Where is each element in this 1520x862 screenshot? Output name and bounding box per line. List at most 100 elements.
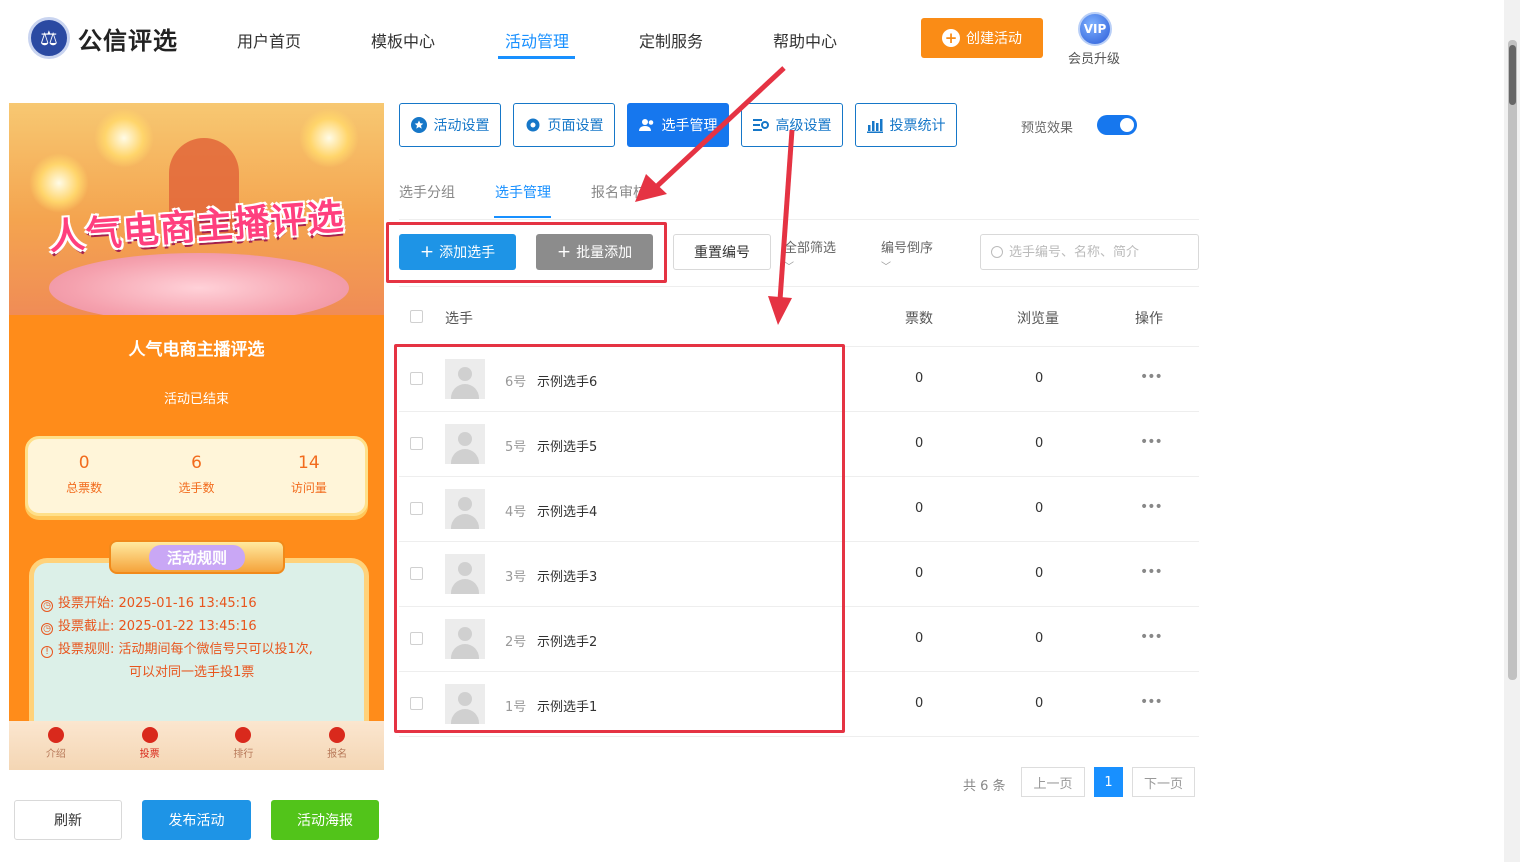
nav-active-indicator [498, 56, 575, 59]
player-number: 2号 [505, 635, 527, 650]
more-actions-icon[interactable]: ••• [1140, 694, 1163, 710]
table-row: 1号 示例选手1 0 0 ••• [399, 672, 1199, 737]
arrow-head-2 [768, 296, 792, 325]
player-avatar [445, 619, 485, 659]
row-checkbox[interactable] [410, 502, 423, 515]
player-number: 5号 [505, 440, 527, 455]
preview-tab-vote[interactable]: 投票 [103, 721, 197, 770]
vote-statistics-button[interactable]: 投票统计 [855, 103, 957, 147]
player-views: 0 [1035, 501, 1044, 516]
nav-help[interactable]: 帮助中心 [773, 28, 837, 52]
row-checkbox[interactable] [410, 437, 423, 450]
row-checkbox[interactable] [410, 632, 423, 645]
create-activity-label: 创建活动 [966, 31, 1022, 47]
more-actions-icon[interactable]: ••• [1140, 629, 1163, 645]
nav-templates[interactable]: 模板中心 [371, 28, 435, 52]
preview-title: 人气电商主播评选 [128, 340, 265, 360]
scrollbar-thumb[interactable] [1509, 45, 1516, 105]
subtab-player-groups[interactable]: 选手分组 [399, 182, 455, 202]
star-badge-icon [410, 117, 427, 133]
player-number: 3号 [505, 570, 527, 585]
stat-player-count: 6 选手数 [178, 453, 215, 495]
pagination-total: 共 6 条 [963, 779, 1006, 794]
more-actions-icon[interactable]: ••• [1140, 564, 1163, 580]
plus-circle-icon: + [942, 29, 960, 47]
create-activity-button[interactable]: + 创建活动 [921, 18, 1043, 58]
player-name: 示例选手2 [537, 635, 598, 650]
add-player-button[interactable]: + 添加选手 [399, 234, 516, 270]
sort-order-dropdown[interactable]: 编号倒序 ﹀ [881, 237, 933, 273]
nav-activity-management[interactable]: 活动管理 [505, 28, 569, 52]
player-number: 6号 [505, 375, 527, 390]
more-actions-icon[interactable]: ••• [1140, 369, 1163, 385]
plus-icon: + [419, 242, 435, 262]
preview-tab-intro[interactable]: 介绍 [9, 721, 103, 770]
row-checkbox[interactable] [410, 567, 423, 580]
player-search-box[interactable] [980, 234, 1199, 270]
page-number-1[interactable]: 1 [1094, 767, 1123, 797]
vip-upgrade-link[interactable]: 会员升级 [1068, 48, 1120, 67]
nav-home[interactable]: 用户首页 [237, 28, 301, 52]
subtab-player-management[interactable]: 选手管理 [495, 182, 551, 202]
player-name: 示例选手1 [537, 700, 598, 715]
player-name: 示例选手5 [537, 440, 598, 455]
next-page-button[interactable]: 下一页 [1132, 767, 1195, 797]
player-search-input[interactable] [1009, 244, 1189, 260]
refresh-button[interactable]: 刷新 [14, 800, 122, 840]
preview-toggle-label: 预览效果 [1021, 121, 1074, 136]
vip-icon[interactable]: VIP [1078, 12, 1112, 46]
player-avatar [445, 554, 485, 594]
player-views: 0 [1035, 371, 1044, 386]
player-avatar [445, 424, 485, 464]
prev-page-button[interactable]: 上一页 [1021, 767, 1085, 797]
stats-card: 0 总票数 6 选手数 14 访问量 [25, 436, 368, 516]
rule-voting-rule-cont: 可以对同一选手投1票 [129, 665, 255, 680]
row-checkbox[interactable] [410, 372, 423, 385]
plus-icon: + [556, 242, 572, 262]
publish-activity-button[interactable]: 发布活动 [142, 800, 251, 840]
info-icon: ! [41, 646, 53, 658]
arrow-line-1 [653, 66, 786, 190]
more-actions-icon[interactable]: ••• [1140, 434, 1163, 450]
brand-name: 公信评选 [78, 26, 178, 55]
clock-icon: ◷ [41, 623, 53, 635]
player-number: 1号 [505, 700, 527, 715]
player-views: 0 [1035, 566, 1044, 581]
player-name: 示例选手3 [537, 570, 598, 585]
col-views: 浏览量 [1017, 311, 1059, 327]
stat-total-votes: 0 总票数 [66, 453, 103, 495]
activity-settings-button[interactable]: 活动设置 [399, 103, 501, 147]
player-avatar [445, 489, 485, 529]
subtab-active-indicator [494, 216, 551, 218]
player-name: 示例选手6 [537, 375, 598, 390]
row-checkbox[interactable] [410, 697, 423, 710]
col-operations: 操作 [1135, 311, 1163, 327]
rules-heading: 活动规则 [109, 540, 285, 574]
preview-tab-signup[interactable]: 报名 [290, 721, 384, 770]
activity-status: 活动已结束 [163, 392, 229, 407]
vote-icon [141, 727, 158, 743]
preview-tab-rank[interactable]: 排行 [197, 721, 291, 770]
signup-icon [329, 727, 346, 743]
activity-poster-button[interactable]: 活动海报 [271, 800, 379, 840]
preview-toggle[interactable] [1097, 115, 1137, 135]
gear-icon [525, 117, 541, 133]
annotation-arrows [635, 66, 795, 325]
mobile-preview: 人气电商主播评选 人气电商主播评选 活动已结束 0 总票数 6 选手数 14 访问量 … [9, 103, 384, 770]
site-logo[interactable]: ⚖ 公信评选 [28, 16, 178, 60]
player-votes: 0 [915, 371, 924, 386]
preview-tabbar: 介绍 投票 排行 报名 [9, 721, 384, 770]
select-all-checkbox[interactable] [410, 310, 423, 323]
chevron-down-icon: ﹀ [881, 262, 891, 273]
rule-end-time: ◷ 投票截止: 2025-01-22 13:45:16 [41, 615, 257, 635]
player-avatar [445, 684, 485, 724]
table-row: 5号 示例选手5 0 0 ••• [399, 412, 1199, 477]
player-name: 示例选手4 [537, 505, 598, 520]
scrollbar-track-region[interactable] [1508, 40, 1517, 680]
nav-custom-service[interactable]: 定制服务 [639, 28, 703, 52]
clock-icon: ◷ [41, 600, 53, 612]
rule-voting-rule: ! 投票规则: 活动期间每个微信号只可以投1次, [41, 638, 313, 658]
player-views: 0 [1035, 436, 1044, 451]
page-settings-button[interactable]: 页面设置 [513, 103, 615, 147]
more-actions-icon[interactable]: ••• [1140, 499, 1163, 515]
